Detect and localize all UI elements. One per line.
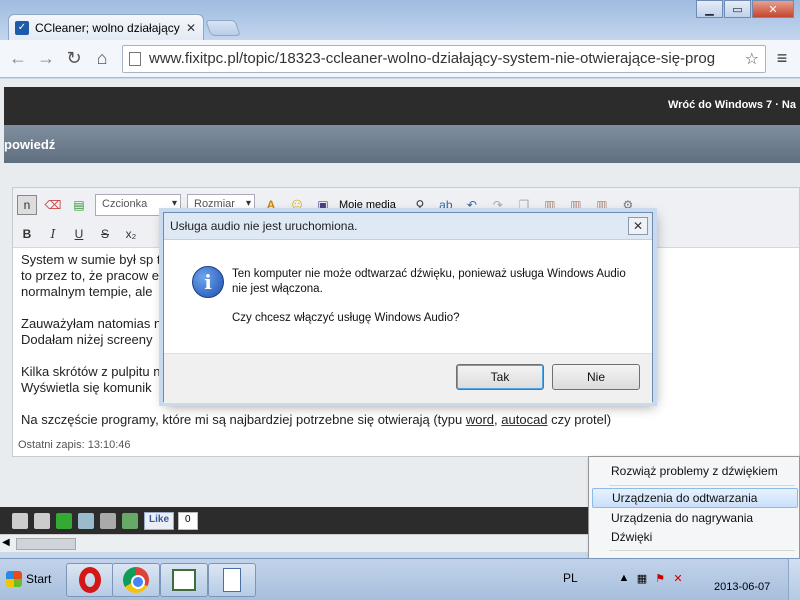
scroll-thumb[interactable] <box>16 538 76 550</box>
my-media-label[interactable]: Moje media <box>339 199 396 211</box>
italic-icon[interactable]: I <box>43 224 63 244</box>
info-icon: i <box>192 266 224 298</box>
taskbar-chrome[interactable] <box>112 563 160 597</box>
editor-toolbar-row-2: B I U S x₂ <box>17 224 147 244</box>
back-arrow-icon[interactable]: ← <box>6 47 30 71</box>
template-icon[interactable]: ▤ <box>69 195 89 215</box>
audio-service-dialog: Usługa audio nie jest uruchomiona. ✕ i T… <box>163 212 653 403</box>
no-button[interactable]: Nie <box>552 364 640 390</box>
menu-separator <box>609 550 795 551</box>
fixitpc-icon: ✓ <box>15 20 29 35</box>
network-icon[interactable]: ▦ <box>635 571 649 585</box>
strikethrough-icon[interactable]: S <box>95 224 115 244</box>
dialog-close-button[interactable]: ✕ <box>628 217 648 235</box>
start-button[interactable]: Start <box>2 567 55 591</box>
taskbar: Start PL ▲ ▦ ⚑ ✕ 2013-06-07 <box>0 558 800 600</box>
system-tray: ▲ ▦ ⚑ ✕ <box>617 571 689 585</box>
misspelled-word: autocad <box>501 412 548 427</box>
show-hidden-icons-icon[interactable]: ▲ <box>617 571 631 585</box>
windows-logo-icon <box>6 571 22 587</box>
language-indicator[interactable]: PL <box>563 571 578 585</box>
menu-separator <box>609 485 795 486</box>
menu-item-recording-devices[interactable]: Urządzenia do nagrywania <box>592 508 798 528</box>
bookmark-star-icon[interactable]: ☆ <box>745 49 759 69</box>
email-icon[interactable] <box>78 513 94 529</box>
home-icon[interactable]: ⌂ <box>90 47 114 71</box>
eraser-icon[interactable]: ⌫ <box>43 195 63 215</box>
subscript-icon[interactable]: x₂ <box>121 224 141 244</box>
text-part: czy protel) <box>547 412 612 427</box>
volume-muted-icon[interactable]: ✕ <box>671 571 685 585</box>
scroll-left-icon[interactable]: ◀ <box>2 537 10 548</box>
dialog-footer: Tak Nie <box>164 353 652 403</box>
new-tab-button[interactable] <box>205 20 241 36</box>
url-text: www.fixitpc.pl/topic/18323-ccleaner-woln… <box>149 50 716 67</box>
source-icon[interactable]: n <box>17 195 37 215</box>
reply-label: powiedź <box>4 137 56 152</box>
minimize-button[interactable]: ▁ <box>696 0 723 18</box>
browser-tab[interactable]: ✓ CCleaner; wolno działający ✕ <box>8 14 204 40</box>
download-icon[interactable] <box>122 513 138 529</box>
browser-tabstrip: ✓ CCleaner; wolno działający ✕ ▁ ▭ ✕ <box>0 0 800 40</box>
window-controls: ▁ ▭ ✕ <box>695 0 794 18</box>
forum-header-bar: Wróć do Windows 7 · Na <box>4 87 800 125</box>
digg-icon[interactable] <box>34 513 50 529</box>
close-tab-icon[interactable]: ✕ <box>185 21 197 35</box>
opera-icon <box>79 567 101 593</box>
forward-arrow-icon[interactable]: → <box>34 47 58 71</box>
menu-icon[interactable]: ≡ <box>770 47 794 71</box>
bold-icon[interactable]: B <box>17 224 37 244</box>
application-icon <box>172 569 196 591</box>
dialog-title: Usługa audio nie jest uruchomiona. <box>164 213 652 239</box>
stumble-icon[interactable] <box>56 513 72 529</box>
text-part: Na szczęście programy, które mi są najba… <box>21 412 466 427</box>
dialog-body: i Ten komputer nie może odtwarzać dźwięk… <box>164 239 652 403</box>
horizontal-scrollbar[interactable]: ◀ <box>0 534 590 552</box>
menu-item-troubleshoot[interactable]: Rozwiąż problemy z dźwiękiem <box>592 461 798 481</box>
autosave-status: Ostatni zapis: 13:10:46 <box>18 439 131 451</box>
close-window-button[interactable]: ✕ <box>752 0 794 18</box>
browser-toolbar: ← → ↻ ⌂ www.fixitpc.pl/topic/18323-cclea… <box>0 40 800 78</box>
reply-header: powiedź <box>4 125 800 163</box>
taskbar-opera[interactable] <box>66 563 114 597</box>
start-label: Start <box>26 572 52 586</box>
reload-icon[interactable]: ↻ <box>62 47 86 71</box>
taskbar-app[interactable] <box>160 563 208 597</box>
menu-item-sounds[interactable]: Dźwięki <box>592 527 798 547</box>
taskbar-document[interactable] <box>208 563 256 597</box>
like-count: 0 <box>178 512 198 530</box>
underline-icon[interactable]: U <box>69 224 89 244</box>
print-icon[interactable] <box>100 513 116 529</box>
document-icon <box>223 568 241 592</box>
dialog-question: Czy chcesz włączyć usługę Windows Audio? <box>232 312 460 324</box>
page-icon <box>129 51 141 66</box>
address-bar[interactable]: www.fixitpc.pl/topic/18323-ccleaner-woln… <box>122 44 766 73</box>
back-to-forum-link[interactable]: Wróć do Windows 7 · Na <box>668 99 796 111</box>
delicious-icon[interactable] <box>12 513 28 529</box>
action-center-icon[interactable]: ⚑ <box>653 571 667 585</box>
maximize-button[interactable]: ▭ <box>724 0 751 18</box>
misspelled-word: word <box>465 412 495 427</box>
tab-title: CCleaner; wolno działający <box>35 20 180 35</box>
clock-date[interactable]: 2013-06-07 <box>714 581 770 593</box>
menu-item-playback-devices[interactable]: Urządzenia do odtwarzania <box>592 488 798 508</box>
yes-button[interactable]: Tak <box>456 364 544 390</box>
facebook-like-button[interactable]: Like <box>144 512 175 530</box>
show-desktop-button[interactable] <box>788 559 800 600</box>
paragraph-line-last: Na szczęście programy, które mi są najba… <box>21 412 791 428</box>
dialog-message: Ten komputer nie może odtwarzać dźwięku,… <box>232 268 626 295</box>
chrome-icon <box>123 567 149 593</box>
